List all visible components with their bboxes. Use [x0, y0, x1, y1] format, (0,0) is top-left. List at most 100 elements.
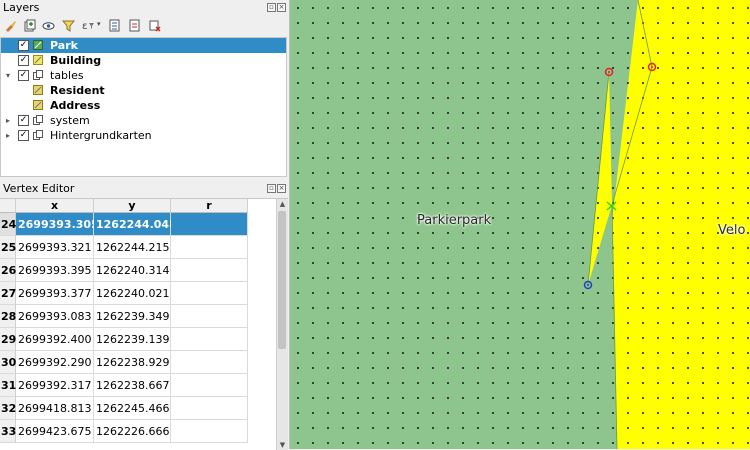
chevron-right-icon[interactable]: ▸	[4, 113, 12, 128]
cell-r[interactable]	[171, 397, 248, 420]
layer-label: tables	[50, 69, 84, 82]
filter-icon[interactable]	[62, 19, 75, 32]
row-number-header	[0, 199, 16, 213]
table-row[interactable]: 27 2699393.377 1262240.021	[0, 282, 248, 305]
polygon-layer-icon	[33, 55, 43, 65]
filter-expression-icon[interactable]: ε	[82, 19, 95, 32]
cell-r[interactable]	[171, 351, 248, 374]
layer-checkbox[interactable]: ✓	[18, 55, 29, 66]
cell-x[interactable]: 2699418.813	[16, 397, 94, 420]
cell-x[interactable]: 2699393.377	[16, 282, 94, 305]
table-row[interactable]: 24 2699393.305 1262244.048	[0, 213, 248, 236]
chevron-down-icon[interactable]: ▾	[97, 20, 101, 28]
vertex-editor-title-text: Vertex Editor	[3, 182, 75, 195]
layer-node-park[interactable]: ✓ Park	[1, 38, 286, 53]
cell-y[interactable]: 1262244.048	[94, 213, 177, 236]
row-number[interactable]: 24	[0, 213, 16, 236]
row-number[interactable]: 25	[0, 236, 16, 259]
layer-node-tables[interactable]: ▾ ✓ tables	[1, 68, 286, 83]
map-canvas[interactable]: Parkierpark Velo	[290, 0, 750, 449]
cell-y[interactable]: 1262244.215	[94, 236, 171, 259]
layer-tree: ✓ Park ✓ Building ▾ ✓ tables Resident Ad…	[0, 37, 287, 177]
layer-checkbox[interactable]: ✓	[18, 40, 29, 51]
cell-y[interactable]: 1262238.929	[94, 351, 171, 374]
row-number[interactable]: 26	[0, 259, 16, 282]
table-row[interactable]: 28 2699393.083 1262239.349	[0, 305, 248, 328]
cell-y[interactable]: 1262226.666	[94, 420, 171, 443]
layer-node-building[interactable]: ✓ Building	[1, 53, 286, 68]
vertical-scrollbar[interactable]: ▲ ▼	[276, 199, 288, 450]
row-number[interactable]: 31	[0, 374, 16, 397]
close-icon[interactable]: ×	[277, 3, 286, 12]
layer-node-resident[interactable]: Resident	[1, 83, 286, 98]
group-icon	[33, 115, 43, 125]
row-number[interactable]: 30	[0, 351, 16, 374]
add-group-icon[interactable]	[23, 19, 36, 32]
chevron-down-icon[interactable]: ▾	[4, 68, 12, 83]
cell-y[interactable]: 1262240.021	[94, 282, 171, 305]
table-row[interactable]: 26 2699393.395 1262240.314	[0, 259, 248, 282]
layer-node-address[interactable]: Address	[1, 98, 286, 113]
scroll-up-icon[interactable]: ▲	[277, 199, 288, 209]
style-brush-icon[interactable]	[4, 19, 17, 32]
table-row[interactable]: 32 2699418.813 1262245.466	[0, 397, 248, 420]
cell-x[interactable]: 2699393.083	[16, 305, 94, 328]
cell-y[interactable]: 1262239.349	[94, 305, 171, 328]
layer-checkbox[interactable]: ✓	[18, 70, 29, 81]
cell-y[interactable]: 1262239.139	[94, 328, 171, 351]
cell-y[interactable]: 1262238.667	[94, 374, 171, 397]
eye-icon[interactable]	[42, 19, 55, 32]
chevron-right-icon[interactable]: ▸	[4, 128, 12, 143]
cell-x[interactable]: 2699393.321	[16, 236, 94, 259]
row-number[interactable]: 29	[0, 328, 16, 351]
layer-checkbox[interactable]: ✓	[18, 130, 29, 141]
cell-r[interactable]	[171, 420, 248, 443]
layer-label: Resident	[50, 84, 105, 97]
table-row[interactable]: 33 2699423.675 1262226.666	[0, 420, 248, 443]
cell-x[interactable]: 2699393.305	[16, 213, 99, 236]
polygon-layer-icon	[33, 40, 43, 50]
row-number[interactable]: 32	[0, 397, 16, 420]
map-svg[interactable]	[290, 0, 750, 449]
cell-x[interactable]: 2699393.395	[16, 259, 94, 282]
row-number[interactable]: 33	[0, 420, 16, 443]
cell-r[interactable]	[171, 282, 248, 305]
cell-x[interactable]: 2699392.317	[16, 374, 94, 397]
column-header-y[interactable]: y	[94, 199, 171, 213]
cell-y[interactable]: 1262240.314	[94, 259, 171, 282]
layer-checkbox[interactable]: ✓	[18, 115, 29, 126]
cell-r[interactable]	[171, 213, 248, 236]
layers-panel-title: Layers ▫ ×	[0, 0, 289, 16]
layer-node-hintergrundkarten[interactable]: ▸ ✓ Hintergrundkarten	[1, 128, 286, 143]
table-row[interactable]: 25 2699393.321 1262244.215	[0, 236, 248, 259]
float-icon[interactable]: ▫	[267, 184, 276, 193]
cell-y[interactable]: 1262245.466	[94, 397, 171, 420]
vertex-marker-red-center	[651, 66, 653, 68]
layer-node-system[interactable]: ▸ ✓ system	[1, 113, 286, 128]
table-row[interactable]: 30 2699392.290 1262238.929	[0, 351, 248, 374]
cell-r[interactable]	[171, 305, 248, 328]
column-header-x[interactable]: x	[16, 199, 94, 213]
cell-r[interactable]	[171, 328, 248, 351]
layers-toolbar: ε ▾	[0, 16, 289, 36]
cell-x[interactable]: 2699423.675	[16, 420, 94, 443]
row-number[interactable]: 27	[0, 282, 16, 305]
row-number[interactable]: 28	[0, 305, 16, 328]
scrollbar-thumb[interactable]	[278, 211, 286, 349]
cell-r[interactable]	[171, 259, 248, 282]
collapse-all-icon[interactable]	[128, 19, 141, 32]
cell-x[interactable]: 2699392.290	[16, 351, 94, 374]
cell-x[interactable]: 2699392.400	[16, 328, 94, 351]
table-layer-icon	[33, 85, 43, 95]
table-row[interactable]: 31 2699392.317 1262238.667	[0, 374, 248, 397]
column-header-r[interactable]: r	[171, 199, 248, 213]
float-icon[interactable]: ▫	[267, 3, 276, 12]
remove-layer-icon[interactable]	[148, 19, 161, 32]
close-icon[interactable]: ×	[277, 184, 286, 193]
group-icon	[33, 130, 43, 140]
table-layer-icon	[33, 100, 43, 110]
table-row[interactable]: 29 2699392.400 1262239.139	[0, 328, 248, 351]
cell-r[interactable]	[171, 374, 248, 397]
expand-all-icon[interactable]	[108, 19, 121, 32]
cell-r[interactable]	[171, 236, 248, 259]
